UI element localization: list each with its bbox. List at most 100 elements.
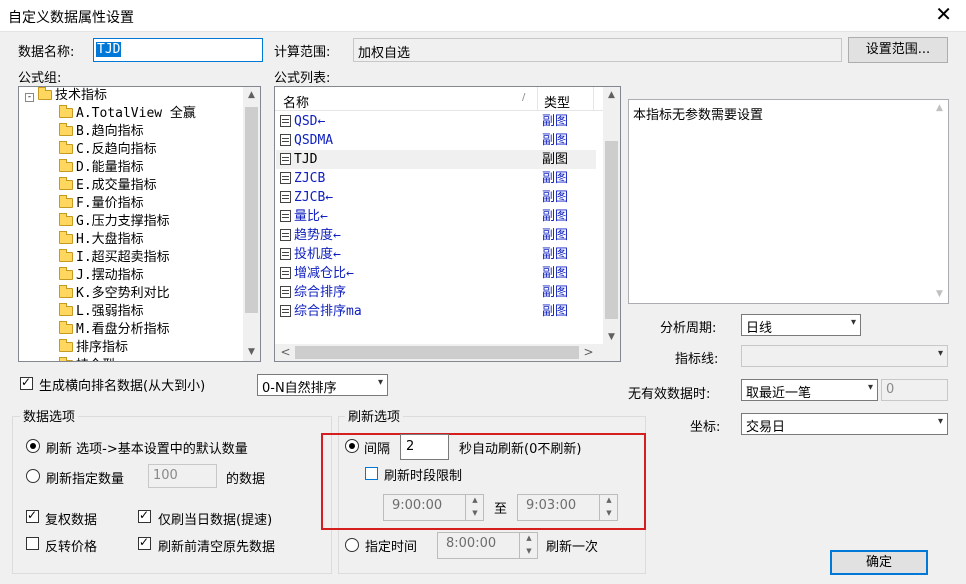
tree-root[interactable]: - 技术指标 <box>25 87 107 105</box>
tree-item[interactable]: H.大盘指标 <box>59 231 144 249</box>
sort-order-select[interactable]: 0-N自然排序 ▾ <box>257 374 388 396</box>
list-item[interactable]: 综合排序 副图 <box>276 283 596 302</box>
tree-item[interactable]: C.反趋向指标 <box>59 141 157 159</box>
spin-up-icon[interactable]: ▲ <box>600 495 618 508</box>
list-scroll-thumb[interactable] <box>605 141 618 319</box>
period-select[interactable]: 日线 ▾ <box>741 314 861 336</box>
list-item[interactable]: QSDMA 副图 <box>276 131 596 150</box>
sort-order-value: 0-N自然排序 <box>262 381 337 396</box>
tree-item[interactable]: K.多空势利对比 <box>59 285 170 303</box>
tree-item-label: 排序指标 <box>76 340 129 355</box>
time-limit-checkbox[interactable] <box>365 467 378 480</box>
folder-icon <box>59 303 73 316</box>
invalid-number-field: 0 <box>881 379 948 401</box>
interval-input[interactable]: 2 <box>400 434 449 460</box>
horizontal-rank-checkbox[interactable] <box>20 375 33 390</box>
scroll-left-arrow[interactable]: < <box>277 344 294 361</box>
list-item[interactable]: 投机度← 副图 <box>276 245 596 264</box>
tree-item[interactable]: B.趋向指标 <box>59 123 144 141</box>
list-horizontal-scrollbar[interactable]: < > <box>275 344 620 361</box>
formula-list[interactable]: 名称 / 类型 QSD← 副图 QSDMA 副图 TJD 副图 ZJCB 副图 ZJCB← 副图量… <box>274 86 621 362</box>
scroll-up-arrow[interactable]: ▲ <box>243 87 260 104</box>
period-label: 分析周期: <box>660 321 717 336</box>
scroll-thumb[interactable] <box>245 107 258 313</box>
folder-icon <box>59 159 73 172</box>
invalid-data-select[interactable]: 取最近一笔 ▾ <box>741 379 878 401</box>
tree-item[interactable]: M.看盘分析指标 <box>59 321 170 339</box>
list-item[interactable]: ZJCB 副图 <box>276 169 596 188</box>
today-only-label: 仅刷当日数据(提速) <box>158 513 273 528</box>
scroll-down-arrow[interactable]: ▼ <box>243 344 260 361</box>
folder-icon <box>59 195 73 208</box>
data-name-label: 数据名称: <box>18 45 75 60</box>
refresh-count-field: 100 <box>148 464 217 488</box>
tree-item[interactable]: 持仓型 <box>59 357 115 361</box>
end-time-spinner[interactable]: 9:03:00 ▲ ▼ <box>517 494 618 521</box>
formula-group-tree[interactable]: - 技术指标 A.TotalView 全赢 B.趋向指标 C.反趋向指标 D.能量指标 E… <box>18 86 261 362</box>
scroll-right-arrow[interactable]: > <box>580 344 597 361</box>
tree-vertical-scrollbar[interactable]: ▲ ▼ <box>243 87 260 361</box>
folder-icon <box>59 321 73 334</box>
tree-item[interactable]: I.超买超卖指标 <box>59 249 170 267</box>
chevron-down-icon: ▾ <box>937 416 943 427</box>
refresh-default-radio[interactable] <box>26 439 40 453</box>
set-range-button[interactable]: 设置范围... <box>848 37 948 63</box>
list-item[interactable]: 增减仓比← 副图 <box>276 264 596 283</box>
list-item[interactable]: TJD 副图 <box>276 150 596 169</box>
tree-item[interactable]: D.能量指标 <box>59 159 144 177</box>
ok-button[interactable]: 确定 <box>830 550 928 575</box>
spin-up-icon[interactable]: ▲ <box>466 495 484 508</box>
spin-down-icon[interactable]: ▼ <box>600 508 618 521</box>
list-hscroll-thumb[interactable] <box>295 346 579 359</box>
collapse-icon[interactable]: - <box>25 93 34 102</box>
list-vertical-scrollbar[interactable]: ▲ ▼ <box>603 87 620 346</box>
formula-icon <box>280 115 291 127</box>
fixed-time-value: 8:00:00 <box>446 536 497 551</box>
reverse-price-checkbox[interactable] <box>26 537 39 550</box>
tree-item[interactable]: G.压力支撑指标 <box>59 213 170 231</box>
col-name-header[interactable]: 名称 <box>283 92 309 111</box>
data-name-value: TJD <box>96 42 122 57</box>
tree-item[interactable]: L.强弱指标 <box>59 303 144 321</box>
spin-up-icon[interactable]: ▲ <box>520 533 538 546</box>
list-item[interactable]: 量比← 副图 <box>276 207 596 226</box>
tree-item[interactable]: E.成交量指标 <box>59 177 157 195</box>
today-only-checkbox[interactable] <box>138 508 151 523</box>
tree-root-label: 技术指标 <box>55 88 108 103</box>
formula-icon <box>280 191 291 203</box>
list-item-type: 副图 <box>542 171 569 186</box>
list-item[interactable]: 综合排序ma 副图 <box>276 302 596 321</box>
tree-item[interactable]: J.摆动指标 <box>59 267 144 285</box>
coord-select[interactable]: 交易日 ▾ <box>741 413 948 435</box>
tree-item[interactable]: F.量价指标 <box>59 195 144 213</box>
spin-down-icon[interactable]: ▼ <box>520 546 538 559</box>
formula-icon <box>280 286 291 298</box>
fixed-time-radio[interactable] <box>345 538 359 552</box>
list-item[interactable]: ZJCB← 副图 <box>276 188 596 207</box>
clear-before-refresh-checkbox[interactable] <box>138 535 151 550</box>
data-name-input[interactable]: TJD <box>93 38 263 62</box>
data-options-title: 数据选项 <box>20 406 79 425</box>
tree-item-label: M.看盘分析指标 <box>76 322 170 337</box>
fuquan-checkbox[interactable] <box>26 508 39 523</box>
list-item-name: QSDMA <box>280 131 333 150</box>
list-scroll-up-arrow[interactable]: ▲ <box>603 87 620 104</box>
close-icon[interactable]: ✕ <box>935 4 952 24</box>
list-item-name-text: 趋势度← <box>294 228 341 243</box>
chevron-down-icon: ▾ <box>937 348 943 359</box>
calc-range-label: 计算范围: <box>274 45 331 60</box>
list-item[interactable]: 趋势度← 副图 <box>276 226 596 245</box>
window-title: 自定义数据属性设置 <box>8 10 134 26</box>
interval-radio[interactable] <box>345 439 359 453</box>
spin-down-icon[interactable]: ▼ <box>466 508 484 521</box>
list-item[interactable]: QSD← 副图 <box>276 112 596 131</box>
tree-item[interactable]: A.TotalView 全赢 <box>59 105 196 123</box>
fixed-time-spinner[interactable]: 8:00:00 ▲ ▼ <box>437 532 538 559</box>
refresh-count-radio[interactable] <box>26 469 40 483</box>
tree-item[interactable]: 排序指标 <box>59 339 128 357</box>
chevron-down-icon: ▾ <box>850 317 856 328</box>
indicator-line-select[interactable]: ▾ <box>741 345 948 367</box>
list-header: 名称 / 类型 <box>275 87 605 111</box>
start-time-spinner[interactable]: 9:00:00 ▲ ▼ <box>383 494 484 521</box>
col-type-header[interactable]: 类型 <box>544 92 570 111</box>
